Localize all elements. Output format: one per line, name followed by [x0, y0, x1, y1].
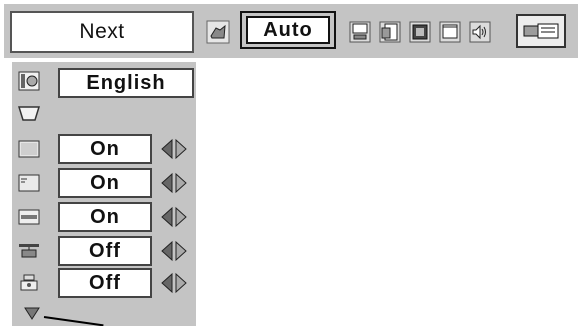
blue-back-icon	[18, 138, 40, 160]
display-arrows[interactable]	[160, 172, 188, 194]
auto-mode-value[interactable]: Auto	[246, 16, 330, 44]
language-icon	[18, 70, 40, 92]
language-value[interactable]: English	[58, 68, 194, 98]
display-value[interactable]: On	[58, 168, 152, 198]
image-icon[interactable]	[408, 20, 432, 44]
scroll-down-icon[interactable]	[24, 306, 40, 320]
ceiling-icon	[18, 240, 40, 262]
logo-value[interactable]: On	[58, 202, 152, 232]
blue-back-value[interactable]: On	[58, 134, 152, 164]
logo-arrows[interactable]	[160, 206, 188, 228]
ceiling-value[interactable]: Off	[58, 236, 152, 266]
logo-icon	[18, 206, 40, 228]
projector-setting-icon[interactable]	[206, 20, 230, 44]
rear-icon	[18, 272, 40, 294]
display-icon	[18, 172, 40, 194]
sound-icon[interactable]	[468, 20, 492, 44]
rear-value[interactable]: Off	[58, 268, 152, 298]
computer-icon[interactable]	[348, 20, 372, 44]
screen-icon[interactable]	[438, 20, 462, 44]
next-button[interactable]: Next	[10, 11, 194, 53]
blue-back-arrows[interactable]	[160, 138, 188, 160]
document-icon[interactable]	[378, 20, 402, 44]
ceiling-arrows[interactable]	[160, 240, 188, 262]
keystone-icon[interactable]	[17, 102, 41, 124]
rear-arrows[interactable]	[160, 272, 188, 294]
lamp-icon[interactable]	[516, 14, 566, 48]
